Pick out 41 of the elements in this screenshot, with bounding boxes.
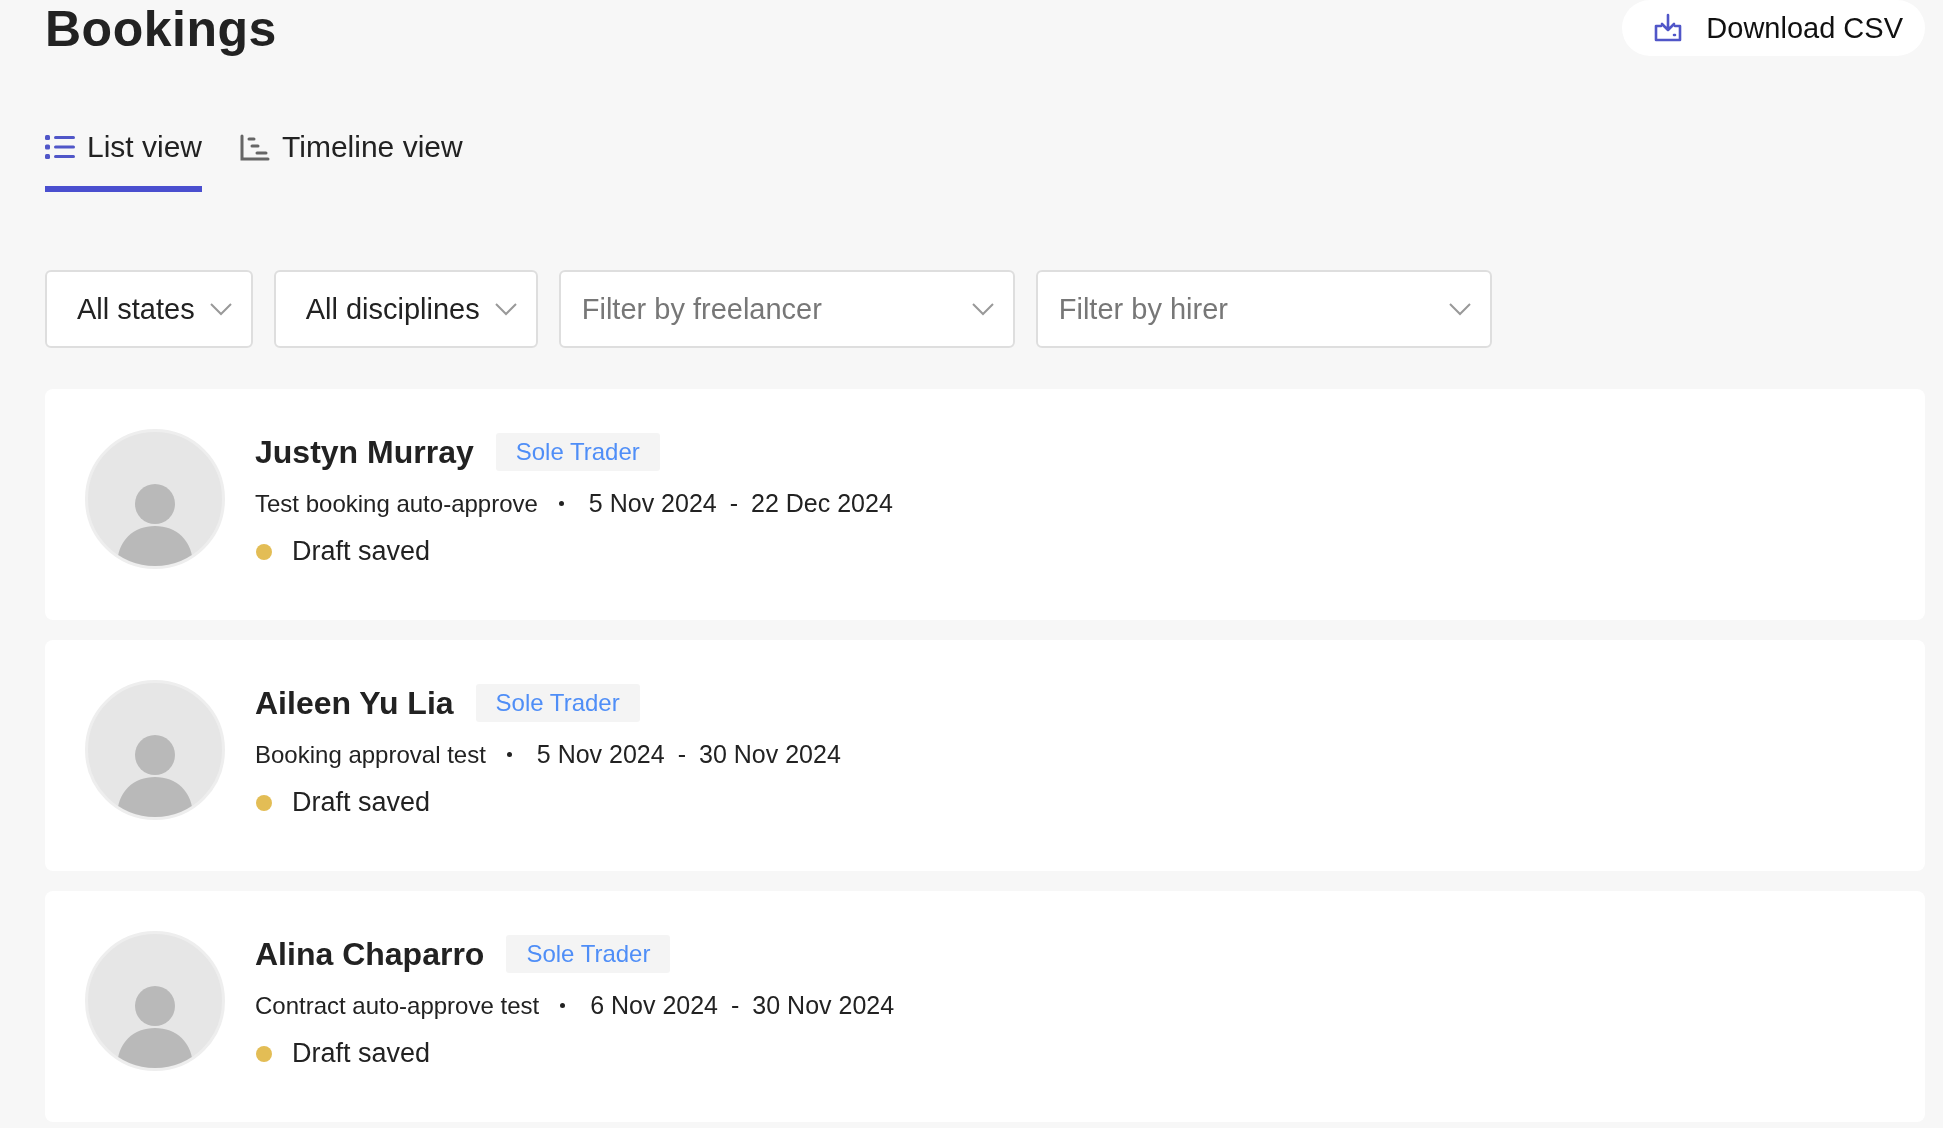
status-text: Draft saved bbox=[292, 787, 431, 818]
status-text: Draft saved bbox=[292, 1038, 431, 1069]
bullet-separator bbox=[506, 752, 512, 757]
trader-type-badge: Sole Trader bbox=[495, 433, 660, 471]
view-tab[interactable]: List view bbox=[45, 130, 203, 192]
start-date: 5 Nov 2024 bbox=[588, 489, 717, 518]
timeline-icon bbox=[240, 133, 271, 161]
start-date: 6 Nov 2024 bbox=[590, 991, 719, 1020]
booking-title: Booking approval test bbox=[255, 740, 486, 769]
trader-type-badge: Sole Trader bbox=[475, 684, 640, 722]
date-separator: - bbox=[731, 991, 740, 1020]
filter-dropdown[interactable]: All states bbox=[45, 270, 253, 348]
status-text: Draft saved bbox=[292, 536, 431, 567]
download-csv-button[interactable]: Download CSV bbox=[1622, 0, 1925, 56]
filter-dropdown[interactable]: Filter by hirer bbox=[1035, 270, 1492, 348]
filter-dropdown[interactable]: Filter by freelancer bbox=[558, 270, 1015, 348]
freelancer-name: Alina Chaparro bbox=[255, 935, 485, 973]
booking-title: Test booking auto-approve bbox=[255, 489, 538, 518]
booking-title: Contract auto-approve test bbox=[255, 991, 540, 1020]
chevron-down-icon bbox=[493, 302, 518, 316]
freelancer-name: Justyn Murray bbox=[255, 433, 474, 471]
bullet-separator bbox=[560, 1003, 566, 1008]
chevron-down-icon bbox=[208, 302, 233, 316]
freelancer-name: Aileen Yu Lia bbox=[255, 684, 454, 722]
page-title: Bookings bbox=[45, 0, 277, 58]
end-date: 30 Nov 2024 bbox=[752, 991, 895, 1020]
chevron-down-icon bbox=[970, 302, 995, 316]
trader-type-badge: Sole Trader bbox=[506, 935, 671, 973]
view-tab[interactable]: Timeline view bbox=[240, 130, 463, 192]
end-date: 22 Dec 2024 bbox=[751, 489, 893, 518]
bullet-separator bbox=[558, 501, 564, 506]
date-separator: - bbox=[677, 740, 686, 769]
chevron-down-icon bbox=[1447, 302, 1472, 316]
booking-card[interactable]: Aileen Yu Lia Sole Trader Booking approval test 5 Nov 2024 - 30 Nov 2024 Draft saved bbox=[45, 640, 1925, 871]
list-icon bbox=[45, 134, 75, 160]
booking-card[interactable]: Alina Chaparro Sole Trader Contract auto-approve test 6 Nov 2024 - 30 Nov 2024 Draft saved bbox=[45, 891, 1925, 1122]
start-date: 5 Nov 2024 bbox=[536, 740, 665, 769]
filter-dropdown[interactable]: All disciplines bbox=[273, 270, 538, 348]
booking-card[interactable]: Justyn Murray Sole Trader Test booking auto-approve 5 Nov 2024 - 22 Dec 2024 Draft saved bbox=[45, 389, 1925, 620]
date-separator: - bbox=[729, 489, 739, 518]
end-date: 30 Nov 2024 bbox=[699, 740, 841, 769]
